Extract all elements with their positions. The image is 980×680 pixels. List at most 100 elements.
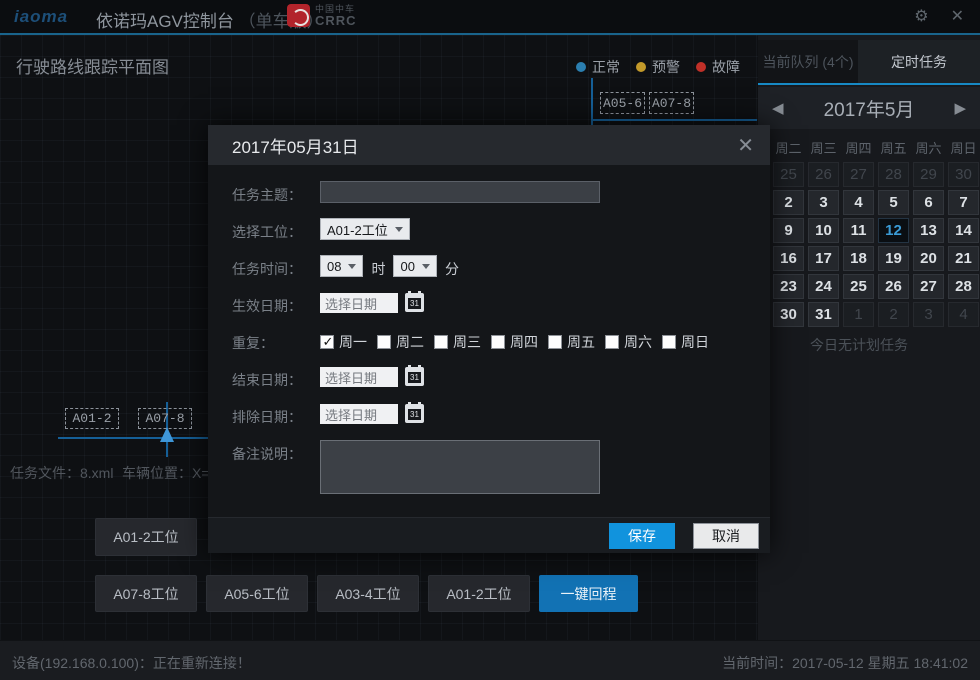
calendar-day[interactable]: 28 [878,162,909,187]
status-dot-icon [696,62,706,72]
calendar-day[interactable]: 30 [948,162,979,187]
calendar-day[interactable]: 10 [808,218,839,243]
window-close-icon[interactable]: ✕ [951,6,964,26]
tab-timed-tasks[interactable]: 定时任务 [858,40,980,83]
calendar-picker-icon[interactable] [405,367,424,386]
station-select-row: 选择工位： A01-2工位 [232,218,746,242]
calendar-day[interactable]: 2 [773,190,804,215]
one-key-return-button[interactable]: 一键回程 [539,575,638,612]
calendar-day[interactable]: 6 [913,190,944,215]
repeat-day-checkbox[interactable]: 周三 [434,332,481,352]
hour-unit-label: 时 [371,259,385,279]
station-button[interactable]: A03-4工位 [317,575,419,612]
calendar-day[interactable]: 5 [878,190,909,215]
calendar-day[interactable]: 13 [913,218,944,243]
calendar-day[interactable]: 14 [948,218,979,243]
station-select[interactable]: A01-2工位 [320,218,410,240]
chevron-down-icon [395,227,403,232]
calendar-day[interactable]: 26 [878,274,909,299]
repeat-day-checkbox[interactable]: 周二 [377,332,424,352]
calendar-day[interactable]: 2 [878,302,909,327]
route-line-horizontal-top [591,119,757,121]
calendar-day[interactable]: 31 [808,302,839,327]
calendar-day[interactable]: 29 [913,162,944,187]
exclude-date-input[interactable]: 选择日期 [320,404,398,424]
legend-item: 预警 [636,57,680,77]
station-select-label: 选择工位： [232,218,320,242]
tab-current-queue[interactable]: 当前队列 (4个) [758,40,858,83]
end-date-row: 结束日期： 选择日期 [232,366,746,390]
calendar-day[interactable]: 25 [843,274,874,299]
repeat-day-checkbox[interactable]: 周日 [662,332,709,352]
calendar-day[interactable]: 9 [773,218,804,243]
calendar-day[interactable]: 16 [773,246,804,271]
dialog-title: 2017年05月31日 [232,133,359,158]
station-button[interactable]: A05-6工位 [206,575,308,612]
prev-month-icon[interactable]: ◀ [772,99,784,117]
legend-label: 正常 [592,57,620,77]
calendar-day[interactable]: 4 [948,302,979,327]
station-node[interactable]: A07-8 [138,408,192,429]
next-month-icon[interactable]: ▶ [954,99,966,117]
end-date-input[interactable]: 选择日期 [320,367,398,387]
calendar-day[interactable]: 11 [843,218,874,243]
calendar-day[interactable]: 27 [913,274,944,299]
current-time-label: 当前时间：2017-05-12 星期五 18:41:02 [722,653,968,673]
weekday-label: 周四 [843,138,874,157]
calendar-day[interactable]: 3 [808,190,839,215]
calendar-day[interactable]: 7 [948,190,979,215]
dialog-body: 任务主题： 选择工位： A01-2工位 任务时间： 08 时 00 [208,165,770,494]
calendar-day[interactable]: 23 [773,274,804,299]
calendar-day[interactable]: 17 [808,246,839,271]
repeat-day-checkbox[interactable]: 周六 [605,332,652,352]
checkbox-icon [377,335,391,349]
gear-icon[interactable]: ⚙ [914,6,928,26]
calendar-day[interactable]: 27 [843,162,874,187]
hour-select[interactable]: 08 [320,255,363,277]
calendar-day[interactable]: 1 [843,302,874,327]
repeat-day-checkbox[interactable]: 周一 [320,332,367,352]
note-row: 备注说明： [232,440,746,494]
vehicle-position-marker [160,427,174,442]
chevron-down-icon [422,264,430,269]
task-subject-label: 任务主题： [232,181,320,205]
task-subject-input[interactable] [320,181,600,203]
station-node[interactable]: A05-6 [600,92,645,114]
station-button[interactable]: A01-2工位 [95,518,197,556]
calendar-day[interactable]: 12 [878,218,909,243]
repeat-day-checkbox[interactable]: 周五 [548,332,595,352]
station-node[interactable]: A01-2 [65,408,119,429]
checkbox-icon [434,335,448,349]
weekday-label: 周五 [878,138,909,157]
station-button[interactable]: A07-8工位 [95,575,197,612]
start-date-row: 生效日期： 选择日期 [232,292,746,316]
calendar-picker-icon[interactable] [405,404,424,423]
weekday-label: 周二 [773,138,804,157]
calendar-month-label: 2017年5月 [824,95,915,122]
station-button[interactable]: A01-2工位 [428,575,530,612]
calendar-day[interactable]: 28 [948,274,979,299]
crrc-mark-icon [287,4,310,27]
calendar-day[interactable]: 21 [948,246,979,271]
calendar-day[interactable]: 26 [808,162,839,187]
station-buttons-row2: A07-8工位A05-6工位A03-4工位A01-2工位 [95,575,530,612]
cancel-button[interactable]: 取消 [693,523,759,549]
calendar-day[interactable]: 4 [843,190,874,215]
calendar-day[interactable]: 24 [808,274,839,299]
repeat-day-checkbox[interactable]: 周四 [491,332,538,352]
calendar-day[interactable]: 30 [773,302,804,327]
save-button[interactable]: 保存 [609,523,675,549]
status-dot-icon [636,62,646,72]
start-date-input[interactable]: 选择日期 [320,293,398,313]
calendar-day[interactable]: 3 [913,302,944,327]
station-node[interactable]: A07-8 [649,92,694,114]
calendar-picker-icon[interactable] [405,293,424,312]
calendar-day[interactable]: 19 [878,246,909,271]
minute-select[interactable]: 00 [393,255,436,277]
dialog-close-icon[interactable]: ✕ [737,133,754,158]
calendar-day[interactable]: 18 [843,246,874,271]
task-file-label: 任务文件：8.xml [10,463,113,483]
calendar-day[interactable]: 20 [913,246,944,271]
calendar-day[interactable]: 25 [773,162,804,187]
note-textarea[interactable] [320,440,600,494]
